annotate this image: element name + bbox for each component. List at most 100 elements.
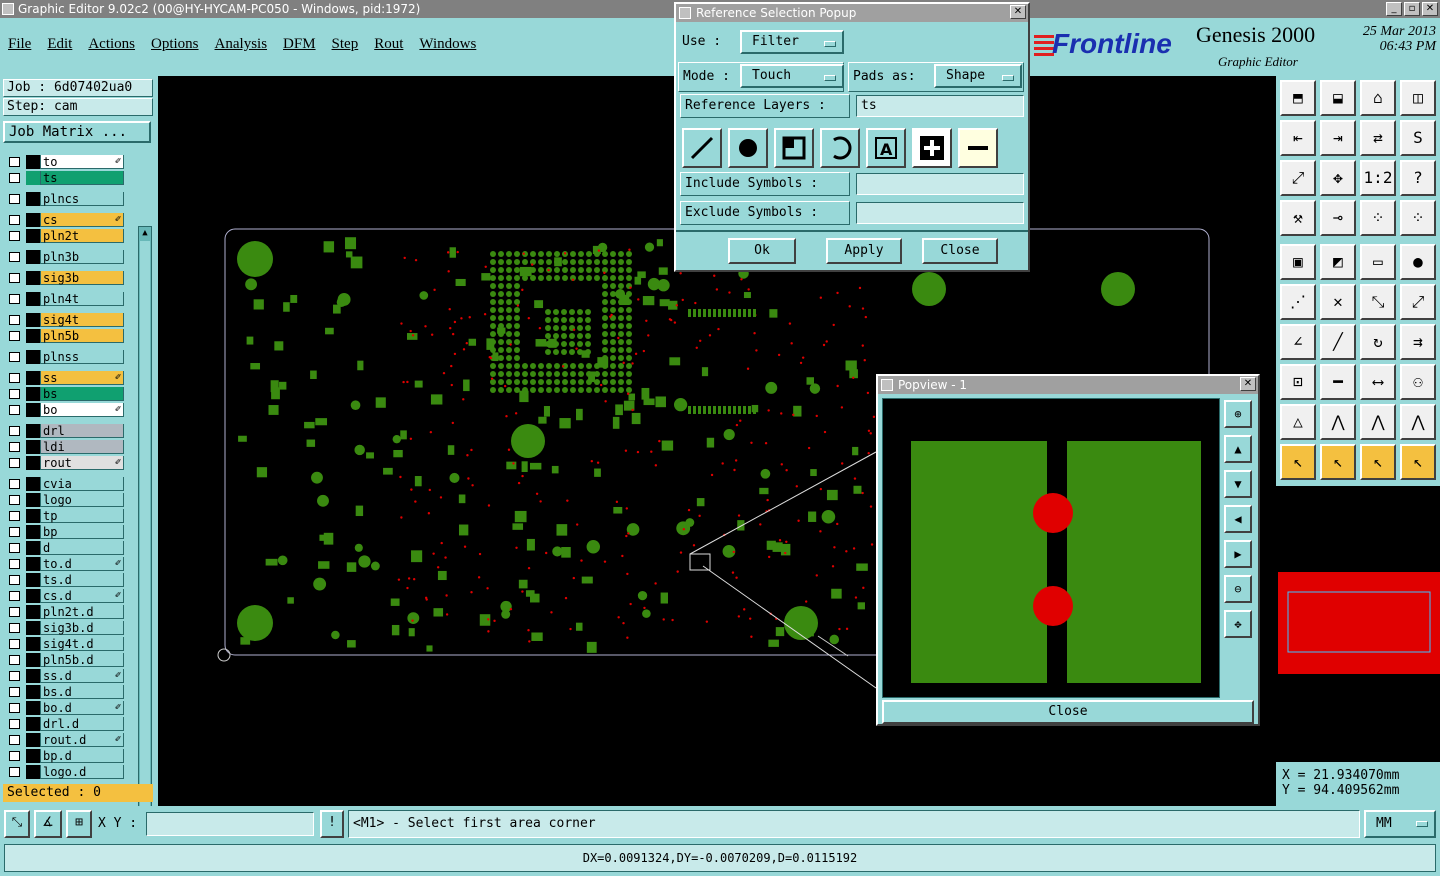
tri4-icon[interactable]: ⋀ bbox=[1400, 404, 1436, 440]
layer-checkbox[interactable] bbox=[9, 719, 20, 729]
layer-row-logo-d[interactable]: logo.d bbox=[4, 764, 126, 779]
popview-title-bar[interactable]: Popview - 1 ✕ bbox=[878, 376, 1258, 394]
popview-canvas[interactable] bbox=[882, 398, 1220, 698]
ratio-icon[interactable]: 1:2 bbox=[1360, 160, 1396, 196]
layer-name[interactable]: drl.d bbox=[40, 717, 124, 731]
layer-row-bs[interactable]: bs bbox=[4, 386, 126, 401]
layer-row-rout[interactable]: rout ✐ bbox=[4, 455, 126, 470]
layer-name[interactable]: sig3b.d bbox=[40, 621, 124, 635]
layer-name[interactable]: logo bbox=[40, 493, 124, 507]
layer-row-pln5b-d[interactable]: pln5b.d bbox=[4, 652, 126, 667]
layer-row-cs[interactable]: cs ✐ bbox=[4, 212, 126, 227]
layer-checkbox[interactable] bbox=[9, 543, 20, 553]
layer-row-sig4t-d[interactable]: sig4t.d bbox=[4, 636, 126, 651]
layer-checkbox[interactable] bbox=[9, 442, 20, 452]
layer-name[interactable]: rout ✐ bbox=[40, 456, 124, 470]
minimize-button[interactable]: _ bbox=[1386, 2, 1402, 16]
pan-icon[interactable]: ✥ bbox=[1320, 160, 1356, 196]
popview-fit-icon[interactable]: ✥ bbox=[1224, 610, 1252, 638]
split-text-icon[interactable]: ⇉ bbox=[1400, 324, 1436, 360]
layer-checkbox[interactable] bbox=[9, 639, 20, 649]
layer-row-plnss[interactable]: plnss bbox=[4, 349, 126, 364]
menu-step[interactable]: Step bbox=[332, 36, 359, 58]
popview-zoom-in-icon[interactable]: ⊕ bbox=[1224, 400, 1252, 428]
popview-pan-right-icon[interactable]: ▶ bbox=[1224, 540, 1252, 568]
layer-row-bo[interactable]: bo ✐ bbox=[4, 402, 126, 417]
line-icon[interactable]: ╱ bbox=[1320, 324, 1356, 360]
layer-row-logo[interactable]: logo bbox=[4, 492, 126, 507]
layer-row-plncs[interactable]: plncs bbox=[4, 191, 126, 206]
layer-row-d[interactable]: d bbox=[4, 540, 126, 555]
layer-row-pln5b[interactable]: pln5b bbox=[4, 328, 126, 343]
ruler-icon[interactable]: ▭ bbox=[1360, 244, 1396, 280]
net2-icon[interactable]: ⁘ bbox=[1400, 200, 1436, 236]
layer-checkbox[interactable] bbox=[9, 331, 20, 341]
layer-row-cs-d[interactable]: cs.d ✐ bbox=[4, 588, 126, 603]
layer-checkbox[interactable] bbox=[9, 687, 20, 697]
layer-checkbox[interactable] bbox=[9, 194, 20, 204]
menu-dfm[interactable]: DFM bbox=[283, 36, 316, 58]
arc-shape-button[interactable] bbox=[820, 128, 860, 168]
help-icon[interactable]: ? bbox=[1400, 160, 1436, 196]
layer-checkbox[interactable] bbox=[9, 215, 20, 225]
layer-row-bp-d[interactable]: bp.d bbox=[4, 748, 126, 763]
line-shape-button[interactable] bbox=[682, 128, 722, 168]
angle-icon[interactable]: ∠ bbox=[1280, 324, 1316, 360]
popup-close-icon[interactable]: ✕ bbox=[1010, 5, 1026, 19]
popview-close-icon[interactable]: ✕ bbox=[1240, 377, 1256, 391]
layer-row-to-d[interactable]: to.d ✐ bbox=[4, 556, 126, 571]
tri2-icon[interactable]: ⋀ bbox=[1320, 404, 1356, 440]
layer-name[interactable]: drl bbox=[40, 424, 124, 438]
mode-dropdown[interactable]: Touch bbox=[740, 64, 844, 88]
layer-row-pln3b[interactable]: pln3b bbox=[4, 249, 126, 264]
layer-name[interactable]: d bbox=[40, 541, 124, 555]
grid-icon[interactable]: ⊞ bbox=[66, 810, 92, 838]
info-icon[interactable]: ! bbox=[320, 810, 344, 838]
popview-close-button[interactable]: Close bbox=[882, 700, 1254, 724]
layer-row-pln2t[interactable]: pln2t bbox=[4, 228, 126, 243]
layer-row-sig3b-d[interactable]: sig3b.d bbox=[4, 620, 126, 635]
layer-name[interactable]: ss ✐ bbox=[40, 371, 124, 385]
popview-zoom-out-icon[interactable]: ⊖ bbox=[1224, 575, 1252, 603]
popview-pan-down-icon[interactable]: ▼ bbox=[1224, 470, 1252, 498]
pad-shape-button[interactable] bbox=[728, 128, 768, 168]
layer-name[interactable]: sig4t bbox=[40, 313, 124, 327]
layer-checkbox[interactable] bbox=[9, 703, 20, 713]
layer-row-pln4t[interactable]: pln4t bbox=[4, 291, 126, 306]
layer-name[interactable]: bo ✐ bbox=[40, 403, 124, 417]
menu-actions[interactable]: Actions bbox=[88, 36, 135, 58]
layer-checkbox[interactable] bbox=[9, 252, 20, 262]
curve-icon[interactable]: ↻ bbox=[1360, 324, 1396, 360]
layer-name[interactable]: cs ✐ bbox=[40, 213, 124, 227]
layer-checkbox[interactable] bbox=[9, 511, 20, 521]
job-matrix-button[interactable]: Job Matrix ... bbox=[3, 121, 151, 143]
layer-checkbox[interactable] bbox=[9, 495, 20, 505]
layer-name[interactable]: bo.d ✐ bbox=[40, 701, 124, 715]
layer-row-drl[interactable]: drl bbox=[4, 423, 126, 438]
arrow-left-icon[interactable]: ⇤ bbox=[1280, 120, 1316, 156]
use-dropdown[interactable]: Filter bbox=[740, 30, 844, 54]
layer-name[interactable]: bs bbox=[40, 387, 124, 401]
zoom-area-icon[interactable]: ⤡ bbox=[4, 810, 30, 838]
surface-shape-button[interactable] bbox=[774, 128, 814, 168]
layer-row-drl-d[interactable]: drl.d bbox=[4, 716, 126, 731]
box-top-icon[interactable]: ⬒ bbox=[1280, 80, 1316, 116]
close-button[interactable]: Close bbox=[922, 238, 998, 264]
layer-name[interactable]: plnss bbox=[40, 350, 124, 364]
positive-polarity-button[interactable] bbox=[912, 128, 952, 168]
tri1-icon[interactable]: △ bbox=[1280, 404, 1316, 440]
maximize-button[interactable]: ▫ bbox=[1404, 2, 1420, 16]
layer-row-bp[interactable]: bp bbox=[4, 524, 126, 539]
menu-options[interactable]: Options bbox=[151, 36, 199, 58]
layer-name[interactable]: bp bbox=[40, 525, 124, 539]
swap-icon[interactable]: ⇄ bbox=[1360, 120, 1396, 156]
popview-pan-up-icon[interactable]: ▲ bbox=[1224, 435, 1252, 463]
layer-checkbox[interactable] bbox=[9, 157, 20, 167]
layer-name[interactable]: ss.d ✐ bbox=[40, 669, 124, 683]
layer-row-pln2t-d[interactable]: pln2t.d bbox=[4, 604, 126, 619]
layer-name[interactable]: pln3b bbox=[40, 250, 124, 264]
layer-name[interactable]: bp.d bbox=[40, 749, 124, 763]
menu-analysis[interactable]: Analysis bbox=[215, 36, 268, 58]
layer-scrollbar[interactable]: ▲ ▼ bbox=[138, 226, 152, 856]
arrow-right-icon[interactable]: ⇥ bbox=[1320, 120, 1356, 156]
